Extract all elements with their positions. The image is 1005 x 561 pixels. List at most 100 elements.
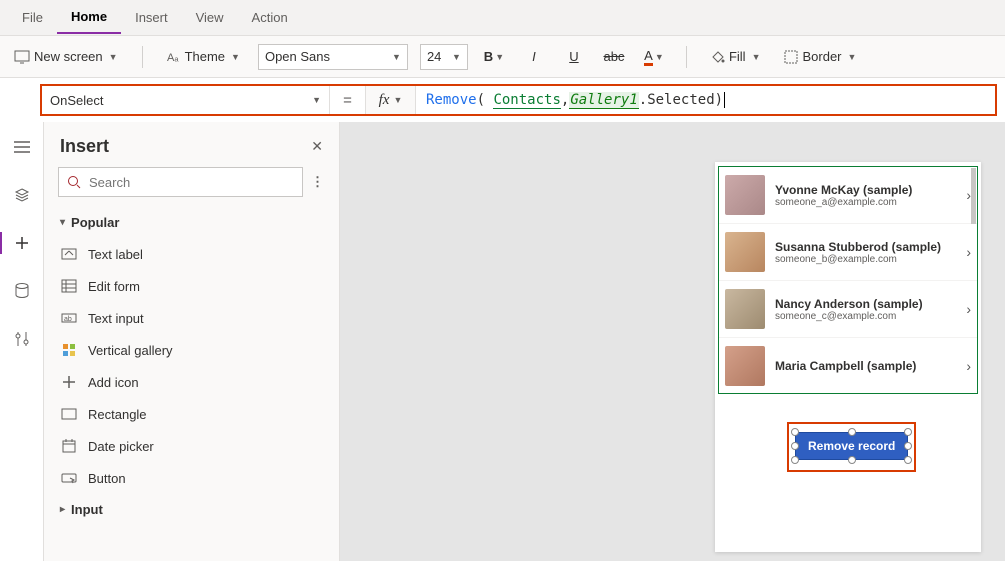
button-label: Remove record (808, 439, 895, 453)
font-family-value: Open Sans (265, 49, 330, 64)
menu-insert[interactable]: Insert (121, 2, 182, 33)
font-size-select[interactable]: 24 ▼ (420, 44, 468, 70)
formula-bar: OnSelect ▼ = fx▼ Remove( Contacts, Galle… (40, 84, 997, 116)
fill-button[interactable]: Fill ▼ (705, 45, 767, 68)
panel-close-button[interactable]: ✕ (311, 138, 323, 155)
tree-view-button[interactable] (7, 132, 37, 162)
text-input-icon: ab (60, 309, 78, 327)
chevron-down-icon: ▾ (60, 217, 65, 228)
layers-button[interactable] (7, 180, 37, 210)
item-label: Rectangle (88, 407, 147, 422)
gallery-row[interactable]: Maria Campbell (sample) › (719, 338, 977, 394)
insert-date-picker[interactable]: Date picker (44, 430, 339, 462)
new-screen-button[interactable]: New screen ▼ (8, 45, 124, 68)
formula-input[interactable]: Remove( Contacts, Gallery1.Selected ) (416, 92, 995, 109)
chevron-down-icon: ▼ (655, 52, 664, 62)
scrollbar[interactable] (971, 168, 976, 224)
resize-handle[interactable] (848, 456, 856, 464)
screen-preview: Yvonne McKay (sample) someone_a@example.… (715, 162, 981, 552)
edit-form-icon (60, 277, 78, 295)
gallery-row[interactable]: Yvonne McKay (sample) someone_a@example.… (719, 167, 977, 224)
bold-button[interactable]: B▼ (480, 43, 508, 71)
category-label: Popular (71, 215, 119, 230)
item-label: Text label (88, 247, 143, 262)
avatar (725, 346, 765, 386)
menu-bar: File Home Insert View Action (0, 0, 1005, 36)
chevron-down-icon: ▼ (312, 95, 321, 105)
gallery-control[interactable]: Yvonne McKay (sample) someone_a@example.… (718, 166, 978, 394)
border-label: Border (802, 49, 841, 64)
menu-home[interactable]: Home (57, 1, 121, 34)
chevron-right-icon[interactable]: › (966, 244, 971, 260)
search-box[interactable] (58, 167, 303, 197)
formula-token-function: Remove (426, 92, 477, 108)
resize-handle[interactable] (904, 456, 912, 464)
insert-button[interactable]: Button (44, 462, 339, 494)
svg-text:ab: ab (64, 316, 72, 323)
insert-add-icon[interactable]: Add icon (44, 366, 339, 398)
calendar-icon (60, 437, 78, 455)
avatar (725, 232, 765, 272)
tools-rail-button[interactable] (7, 324, 37, 354)
search-input[interactable] (89, 175, 294, 190)
category-input[interactable]: ▸ Input (44, 494, 339, 525)
screen-icon (14, 50, 30, 64)
ribbon: New screen ▼ Aₐ Theme ▼ Open Sans ▼ 24 ▼… (0, 36, 1005, 78)
chevron-right-icon[interactable]: › (966, 358, 971, 374)
menu-view[interactable]: View (182, 2, 238, 33)
border-button[interactable]: Border ▼ (778, 45, 862, 68)
item-label: Add icon (88, 375, 139, 390)
menu-file[interactable]: File (8, 2, 57, 33)
italic-button[interactable]: I (520, 43, 548, 71)
chevron-right-icon: ▸ (60, 504, 65, 515)
selection-highlight: Remove record (787, 422, 916, 472)
resize-handle[interactable] (791, 456, 799, 464)
vertical-gallery-icon (60, 341, 78, 359)
insert-panel: Insert ✕ ⋮ ▾ Popular Text label Edit for… (44, 122, 340, 561)
item-label: Button (88, 471, 126, 486)
formula-token-control: Gallery1 (569, 92, 638, 109)
chevron-down-icon: ▼ (752, 52, 761, 62)
fx-button[interactable]: fx▼ (366, 86, 416, 114)
category-popular[interactable]: ▾ Popular (44, 207, 339, 238)
theme-icon: Aₐ (167, 50, 181, 64)
insert-rail-button[interactable] (7, 228, 37, 258)
insert-text-input[interactable]: ab Text input (44, 302, 339, 334)
data-rail-button[interactable] (7, 276, 37, 306)
chevron-right-icon[interactable]: › (966, 301, 971, 317)
plus-icon (60, 373, 78, 391)
font-color-button[interactable]: A▼ (640, 43, 668, 71)
insert-rectangle[interactable]: Rectangle (44, 398, 339, 430)
theme-button[interactable]: Aₐ Theme ▼ (161, 45, 246, 68)
strikethrough-button[interactable]: abc (600, 43, 628, 71)
formula-token: .Selected (639, 92, 715, 108)
panel-more-button[interactable]: ⋮ (311, 174, 325, 190)
insert-edit-form[interactable]: Edit form (44, 270, 339, 302)
theme-label: Theme (185, 49, 225, 64)
chevron-down-icon: ▼ (452, 52, 461, 62)
canvas[interactable]: Yvonne McKay (sample) someone_a@example.… (340, 122, 1005, 561)
property-select[interactable]: OnSelect ▼ (42, 86, 330, 114)
insert-text-label[interactable]: Text label (44, 238, 339, 270)
item-label: Edit form (88, 279, 140, 294)
menu-action[interactable]: Action (238, 2, 302, 33)
resize-handle[interactable] (904, 428, 912, 436)
gallery-row[interactable]: Nancy Anderson (sample) someone_c@exampl… (719, 281, 977, 338)
row-email: someone_c@example.com (775, 311, 956, 322)
text-label-icon (60, 245, 78, 263)
resize-handle[interactable] (848, 428, 856, 436)
underline-button[interactable]: U (560, 43, 588, 71)
chevron-down-icon: ▼ (231, 52, 240, 62)
item-label: Text input (88, 311, 144, 326)
insert-vertical-gallery[interactable]: Vertical gallery (44, 334, 339, 366)
resize-handle[interactable] (791, 428, 799, 436)
remove-record-button[interactable]: Remove record (795, 432, 908, 460)
row-email: someone_a@example.com (775, 197, 956, 208)
font-family-select[interactable]: Open Sans ▼ (258, 44, 408, 70)
avatar (725, 289, 765, 329)
gallery-row[interactable]: Susanna Stubberod (sample) someone_b@exa… (719, 224, 977, 281)
resize-handle[interactable] (791, 442, 799, 450)
row-email: someone_b@example.com (775, 254, 956, 265)
resize-handle[interactable] (904, 442, 912, 450)
property-value: OnSelect (50, 93, 103, 108)
